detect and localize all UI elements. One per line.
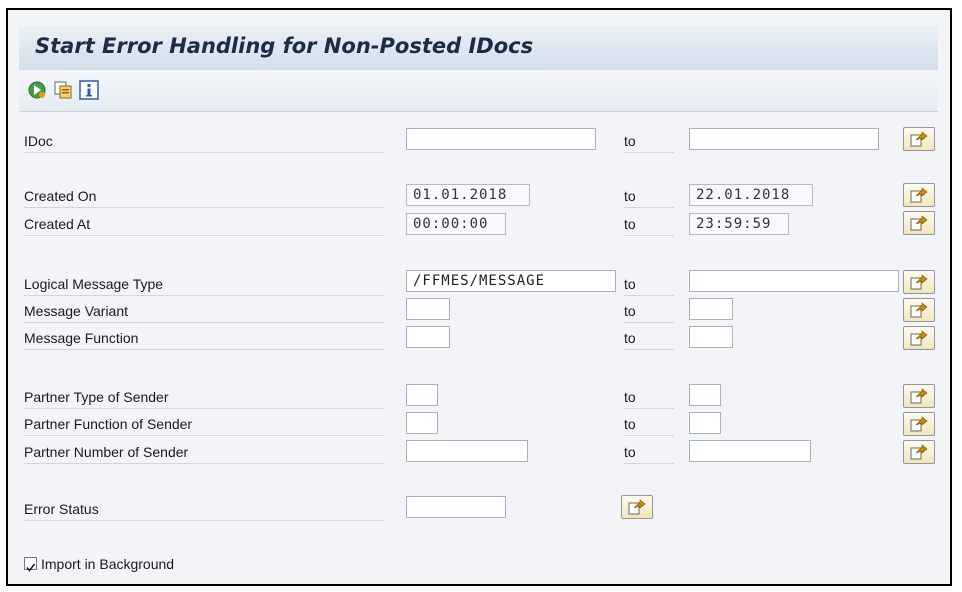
partner-type-sender-from-input[interactable] <box>406 384 438 406</box>
partner-type-sender-multiple-selection-button[interactable] <box>903 384 935 408</box>
error-status-multiple-selection-button[interactable] <box>621 495 653 519</box>
partner-number-sender-label: Partner Number of Sender <box>24 442 384 464</box>
idoc-from-input[interactable] <box>406 128 596 150</box>
message-variant-from-input[interactable] <box>406 298 450 320</box>
page-title: Start Error Handling for Non-Posted IDoc… <box>35 34 534 58</box>
message-function-to-input[interactable] <box>689 326 733 348</box>
partner-type-sender-to-label: to <box>624 387 674 409</box>
logical-message-type-to-input[interactable] <box>689 270 899 292</box>
partner-number-sender-multiple-selection-button[interactable] <box>903 440 935 464</box>
created-on-label: Created On <box>24 186 384 208</box>
created-at-label: Created At <box>24 214 384 236</box>
partner-type-sender-label: Partner Type of Sender <box>24 387 384 409</box>
partner-function-sender-multiple-selection-button[interactable] <box>903 412 935 436</box>
title-bar: Start Error Handling for Non-Posted IDoc… <box>19 26 938 70</box>
created-on-multiple-selection-button[interactable] <box>903 183 935 207</box>
message-function-multiple-selection-button[interactable] <box>903 326 935 350</box>
import-in-background-label: Import in Background <box>41 556 175 572</box>
created-at-to-label: to <box>624 214 674 236</box>
idoc-multiple-selection-button[interactable] <box>903 127 935 151</box>
copy-variant-icon[interactable] <box>53 80 73 100</box>
import-in-background-checkbox[interactable] <box>24 557 37 572</box>
created-on-from-input[interactable]: 01.01.2018 <box>406 184 530 206</box>
execute-icon[interactable] <box>27 80 47 100</box>
message-function-from-input[interactable] <box>406 326 450 348</box>
message-variant-multiple-selection-button[interactable] <box>903 298 935 322</box>
application-toolbar <box>19 71 938 112</box>
logical-message-type-to-label: to <box>624 274 674 296</box>
partner-number-sender-to-label: to <box>624 442 674 464</box>
partner-function-sender-to-label: to <box>624 414 674 436</box>
created-at-to-input[interactable]: 23:59:59 <box>689 213 789 235</box>
message-variant-to-label: to <box>624 301 674 323</box>
created-at-from-input[interactable]: 00:00:00 <box>406 213 506 235</box>
logical-message-type-from-input[interactable]: /FFMES/MESSAGE <box>406 270 616 292</box>
message-function-to-label: to <box>624 328 674 350</box>
logical-message-type-label: Logical Message Type <box>24 274 384 296</box>
idoc-to-label: to <box>624 131 674 153</box>
partner-number-sender-to-input[interactable] <box>689 440 811 462</box>
checkmark-icon <box>26 563 36 572</box>
idoc-label: IDoc <box>24 131 384 153</box>
message-variant-to-input[interactable] <box>689 298 733 320</box>
message-function-label: Message Function <box>24 328 384 350</box>
partner-function-sender-from-input[interactable] <box>406 412 438 434</box>
created-on-to-input[interactable]: 22.01.2018 <box>689 184 813 206</box>
idoc-to-input[interactable] <box>689 128 879 150</box>
info-icon[interactable] <box>79 80 99 100</box>
partner-type-sender-to-input[interactable] <box>689 384 721 406</box>
error-status-input[interactable] <box>406 496 506 518</box>
created-at-multiple-selection-button[interactable] <box>903 211 935 235</box>
partner-function-sender-to-input[interactable] <box>689 412 721 434</box>
logical-message-type-multiple-selection-button[interactable] <box>903 270 935 294</box>
error-status-label: Error Status <box>24 499 384 521</box>
partner-function-sender-label: Partner Function of Sender <box>24 414 384 436</box>
partner-number-sender-from-input[interactable] <box>406 440 528 462</box>
message-variant-label: Message Variant <box>24 301 384 323</box>
created-on-to-label: to <box>624 186 674 208</box>
